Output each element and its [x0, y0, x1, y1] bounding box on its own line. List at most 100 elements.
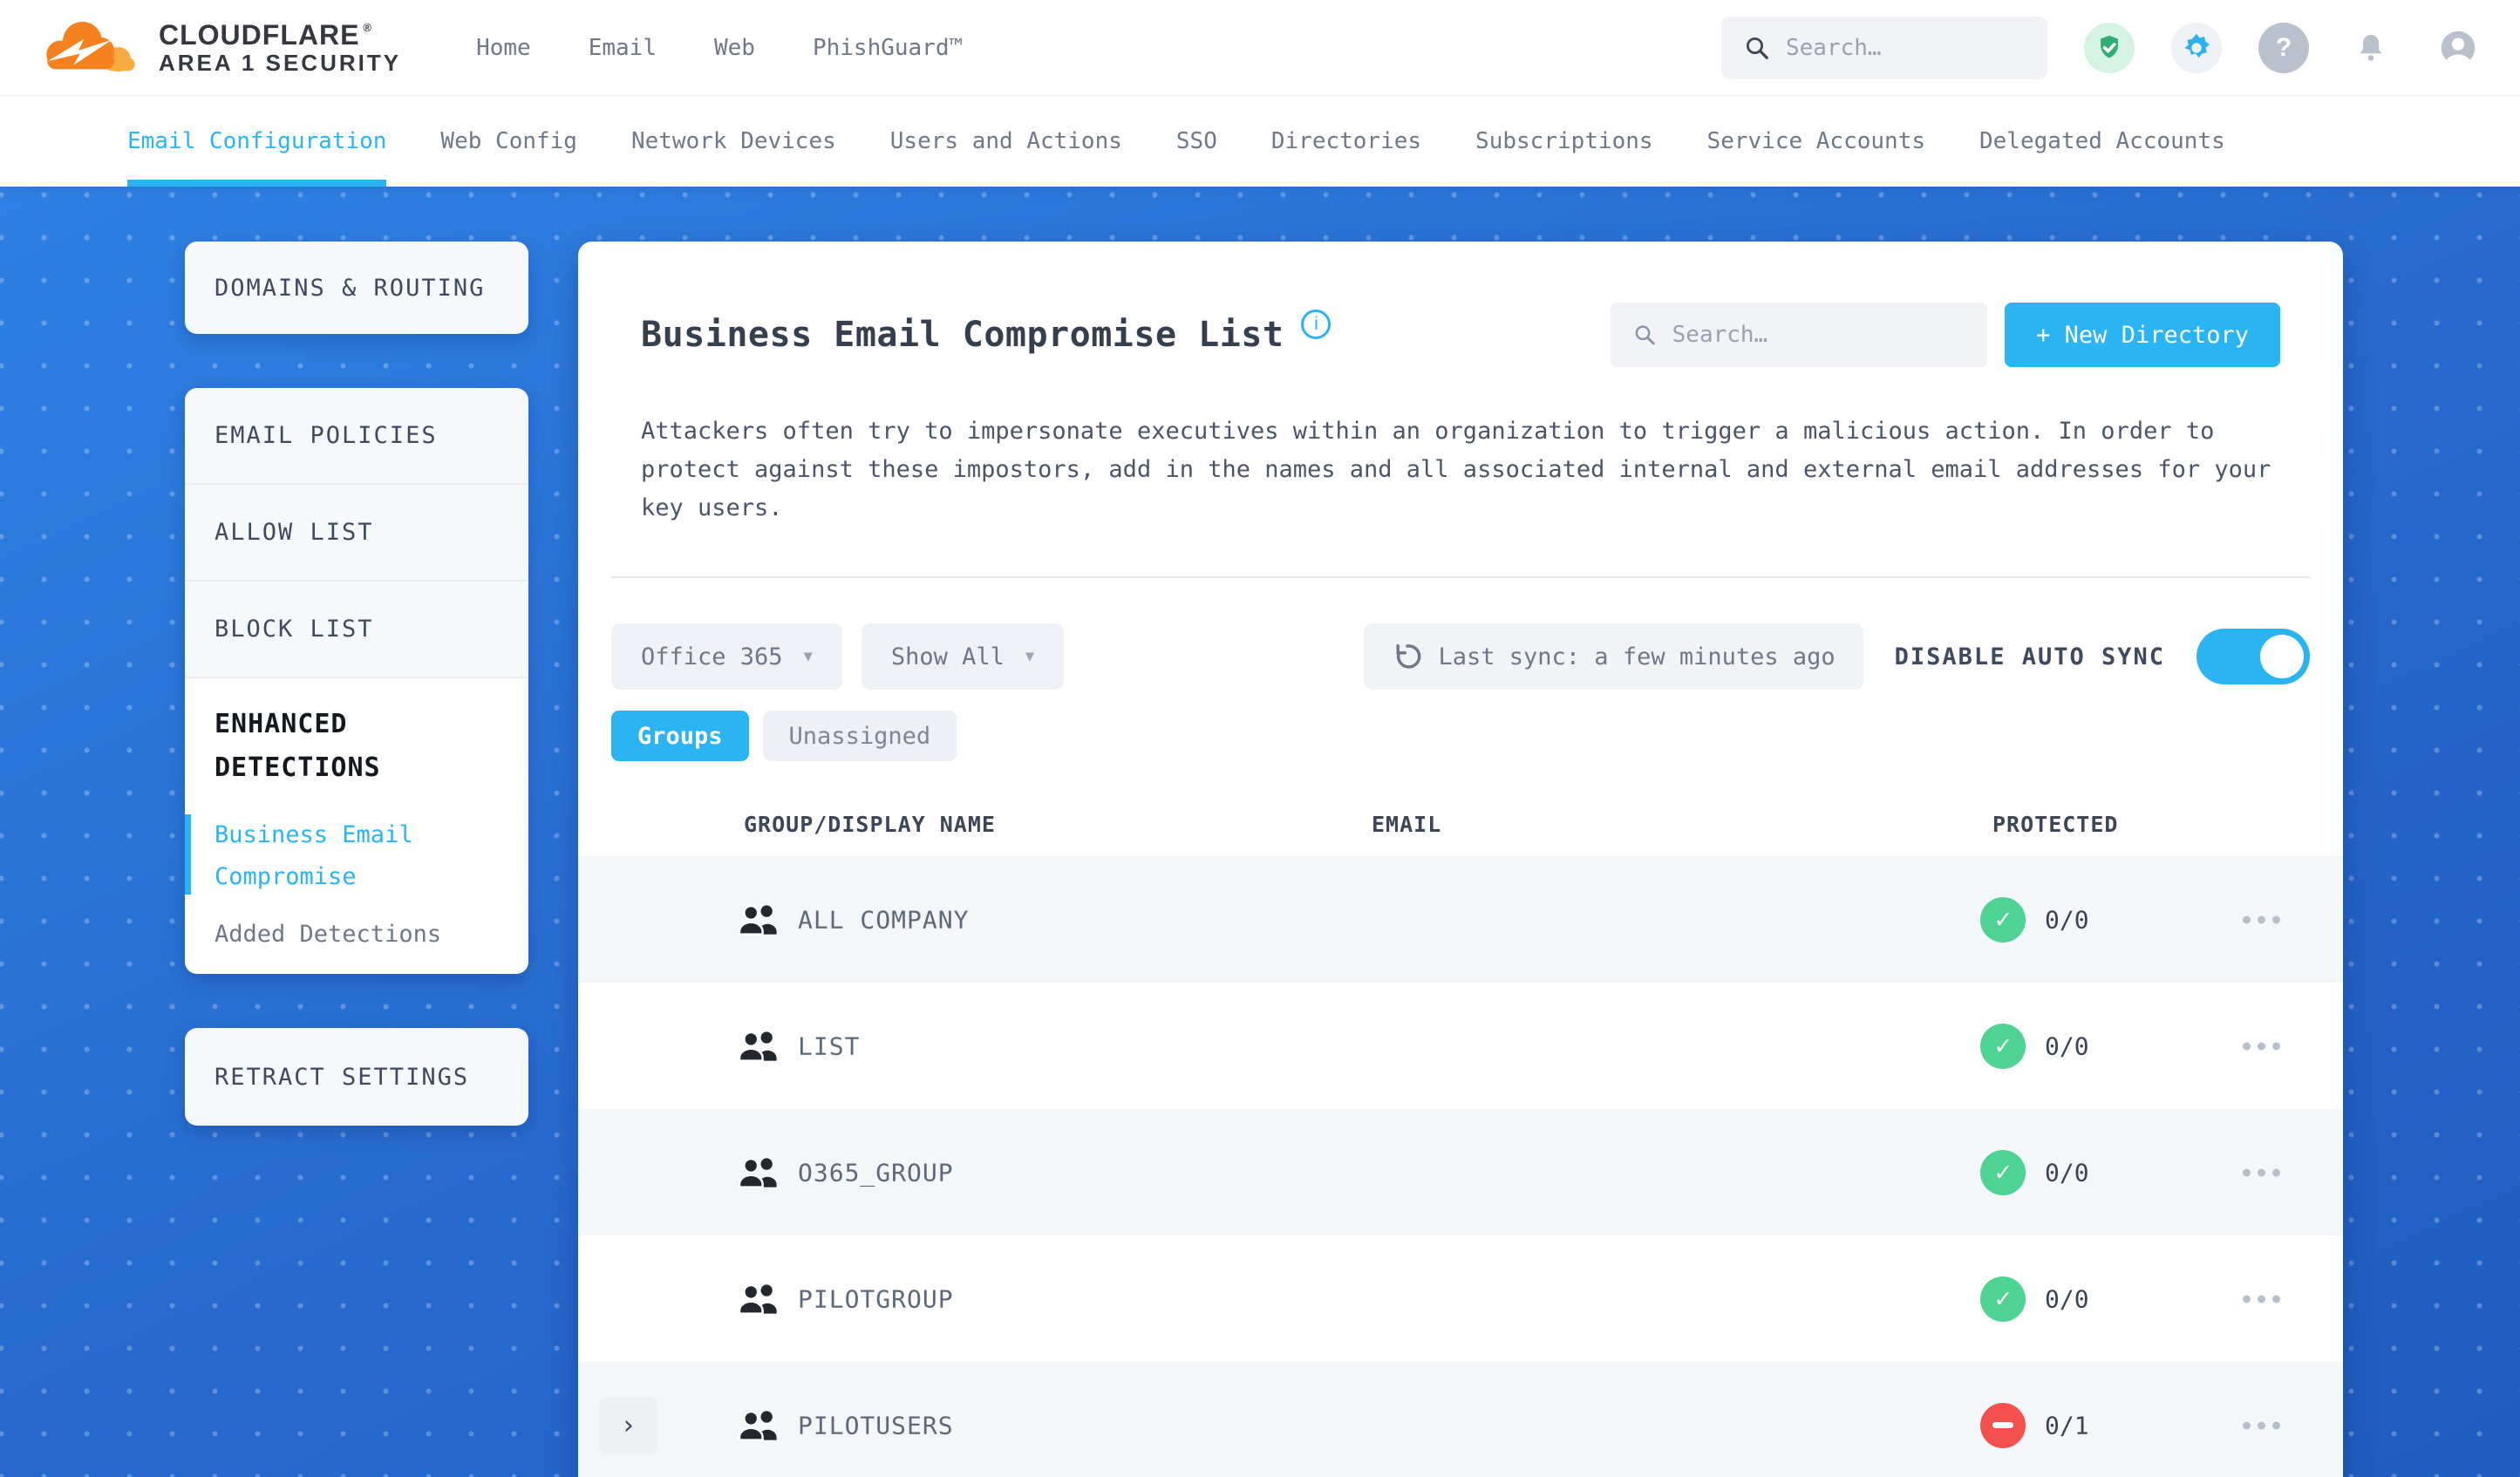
protected-status-badge: ✓	[1980, 896, 2026, 943]
scope-select[interactable]: Show All ▼	[861, 623, 1065, 690]
cloudflare-cloud-icon	[46, 21, 135, 71]
directory-select[interactable]: Office 365 ▼	[611, 623, 842, 690]
sidebar-item-block-list[interactable]: BLOCK LIST	[185, 582, 528, 678]
info-icon[interactable]: i	[1301, 310, 1332, 339]
check-icon: ✓	[1994, 1283, 2012, 1314]
secondary-nav: Email Configuration Web Config Network D…	[0, 96, 2520, 187]
tab-email-configuration[interactable]: Email Configuration	[127, 96, 387, 187]
sidebar-item-domains-routing[interactable]: DOMAINS & ROUTING	[185, 242, 528, 334]
group-icon	[737, 902, 779, 938]
shield-check-icon	[2101, 35, 2118, 58]
sidebar-item-retract-settings[interactable]: RETRACT SETTINGS	[185, 1028, 528, 1126]
group-icon	[737, 1028, 779, 1065]
column-group-display-name: GROUP/DISPLAY NAME	[744, 812, 996, 837]
nav-email[interactable]: Email	[589, 35, 657, 61]
gear-icon	[2184, 33, 2210, 58]
row-menu-button[interactable]	[2239, 1033, 2284, 1058]
scope-select-value: Show All	[890, 643, 1005, 670]
table-row[interactable]: › ALL COMPANY ✓ 0/0	[578, 856, 2343, 983]
row-menu-button[interactable]	[2239, 907, 2284, 932]
topbar-actions: ?	[1721, 16, 2483, 79]
sidebar-policies-card: EMAIL POLICIES ALLOW LIST BLOCK LIST ENH…	[185, 388, 528, 974]
auto-sync-label: DISABLE AUTO SYNC	[1894, 643, 2165, 670]
protected-status-badge: ✓	[1980, 1023, 2026, 1069]
group-name: ALL COMPANY	[798, 905, 970, 934]
help-button[interactable]: ?	[2258, 22, 2309, 73]
tab-groups[interactable]: Groups	[611, 711, 749, 761]
global-search[interactable]	[1721, 16, 2047, 79]
row-menu-button[interactable]	[2239, 1160, 2284, 1185]
sidebar-item-email-policies[interactable]: EMAIL POLICIES	[185, 388, 528, 485]
global-search-input[interactable]	[1786, 34, 2025, 61]
table-header: GROUP/DISPLAY NAME EMAIL PROTECTED	[578, 798, 2343, 856]
refresh-icon	[1395, 643, 1420, 669]
brand-logo[interactable]: CLOUDFLARE ® AREA 1 SECURITY	[37, 13, 401, 83]
page-background: DOMAINS & ROUTING EMAIL POLICIES ALLOW L…	[0, 187, 2520, 1477]
primary-nav: Home Email Web PhishGuard™	[476, 35, 963, 61]
column-protected: PROTECTED	[1992, 812, 2119, 837]
tab-service-accounts[interactable]: Service Accounts	[1707, 96, 1925, 187]
protected-count: 0/0	[2045, 1158, 2089, 1187]
brand-subtitle: AREA 1 SECURITY	[159, 49, 402, 76]
filter-row: Office 365 ▼ Show All ▼ Last sync: a few…	[611, 623, 2310, 690]
sidebar-item-business-email-compromise[interactable]: Business Email Compromise	[185, 814, 499, 898]
row-menu-button[interactable]	[2239, 1412, 2284, 1438]
group-icon	[737, 1281, 779, 1317]
group-name: O365_GROUP	[798, 1158, 954, 1187]
group-tabs: Groups Unassigned	[611, 711, 2310, 761]
protected-status-badge: ✓	[1980, 1402, 2026, 1448]
tab-sso[interactable]: SSO	[1176, 96, 1217, 187]
nav-web[interactable]: Web	[714, 35, 755, 61]
registered-mark: ®	[363, 21, 373, 35]
table-row[interactable]: › LIST ✓ 0/0	[578, 983, 2343, 1109]
directory-select-value: Office 365	[641, 643, 783, 670]
table-body: › ALL COMPANY ✓ 0/0 ›	[578, 856, 2343, 1477]
table-row[interactable]: › O365_GROUP ✓ 0/0	[578, 1109, 2343, 1235]
caret-down-icon: ▼	[803, 648, 813, 665]
tab-directories[interactable]: Directories	[1271, 96, 1421, 187]
sidebar-item-allow-list[interactable]: ALLOW LIST	[185, 485, 528, 582]
last-sync-label: Last sync: a few minutes ago	[1438, 643, 1836, 670]
avatar-icon	[2441, 31, 2476, 65]
sidebar: DOMAINS & ROUTING EMAIL POLICIES ALLOW L…	[185, 242, 528, 1126]
bell-icon	[2360, 34, 2382, 61]
panel-header: Business Email Compromise List i + New D…	[641, 303, 2280, 367]
tab-network-devices[interactable]: Network Devices	[631, 96, 836, 187]
groups-table: GROUP/DISPLAY NAME EMAIL PROTECTED › ALL…	[578, 798, 2343, 1477]
tab-unassigned[interactable]: Unassigned	[762, 711, 957, 761]
notifications-button[interactable]	[2346, 23, 2396, 73]
security-status-button[interactable]	[2084, 22, 2135, 73]
sidebar-item-added-detections[interactable]: Added Detections	[215, 921, 499, 948]
protected-status-badge: ✓	[1980, 1149, 2026, 1195]
protected-count: 0/1	[2045, 1411, 2089, 1440]
minus-icon	[1992, 1422, 2013, 1428]
table-row[interactable]: › PILOTUSERS ✓ 0/1	[578, 1362, 2343, 1477]
group-icon	[737, 1154, 779, 1191]
last-sync-button[interactable]: Last sync: a few minutes ago	[1363, 623, 1863, 690]
toggle-knob	[2260, 635, 2304, 678]
main-panel: Business Email Compromise List i + New D…	[578, 242, 2343, 1477]
tab-subscriptions[interactable]: Subscriptions	[1475, 96, 1653, 187]
list-search-input[interactable]	[1672, 322, 1965, 348]
nav-phishguard[interactable]: PhishGuard™	[813, 35, 963, 61]
sidebar-item-enhanced-detections[interactable]: ENHANCED DETECTIONS	[215, 703, 499, 790]
settings-button[interactable]	[2171, 22, 2222, 73]
sidebar-section-enhanced-detections: ENHANCED DETECTIONS Business Email Compr…	[185, 678, 528, 974]
tab-delegated-accounts[interactable]: Delegated Accounts	[1979, 96, 2225, 187]
list-search[interactable]	[1611, 303, 1988, 367]
table-row[interactable]: › PILOTGROUP ✓ 0/0	[578, 1235, 2343, 1362]
row-menu-button[interactable]	[2239, 1286, 2284, 1311]
protected-count: 0/0	[2045, 1031, 2089, 1060]
nav-home[interactable]: Home	[476, 35, 531, 61]
tab-web-config[interactable]: Web Config	[440, 96, 577, 187]
new-directory-button[interactable]: + New Directory	[2005, 303, 2280, 367]
question-mark-icon: ?	[2275, 32, 2292, 62]
account-button[interactable]	[2433, 23, 2483, 73]
expand-row-button[interactable]: ›	[599, 1396, 657, 1454]
group-name: LIST	[798, 1031, 861, 1060]
column-email: EMAIL	[1372, 812, 1442, 837]
page-title: Business Email Compromise List	[641, 315, 1284, 355]
tab-users-and-actions[interactable]: Users and Actions	[890, 96, 1122, 187]
search-icon	[1747, 37, 1768, 59]
auto-sync-toggle[interactable]	[2196, 629, 2310, 684]
